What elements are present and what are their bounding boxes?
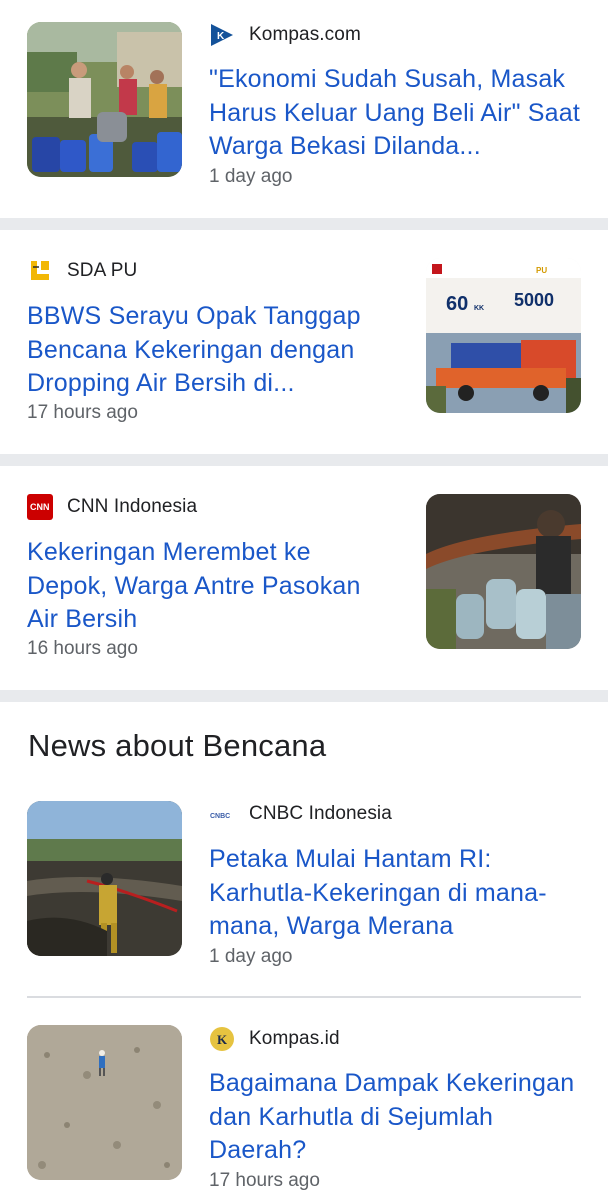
svg-text:K: K	[217, 31, 225, 42]
article-time: 1 day ago	[209, 946, 293, 967]
source-name: CNN Indonesia	[67, 496, 198, 517]
article-headline[interactable]: BBWS Serayu Opak Tanggap Bencana Kekerin…	[27, 300, 392, 401]
article-thumbnail	[426, 494, 581, 649]
news-card[interactable]: K Kompas.com "Ekonomi Sudah Susah, Masak…	[0, 0, 608, 218]
svg-text:K: K	[217, 1032, 228, 1047]
article-thumbnail	[27, 801, 182, 956]
thumb-stat-1: 60	[446, 293, 468, 315]
thumb-stat-1-unit: KK	[474, 305, 484, 312]
article-headline[interactable]: Petaka Mulai Hantam RI: Karhutla-Kekerin…	[209, 843, 589, 944]
card-divider	[0, 218, 608, 230]
article-time: 17 hours ago	[209, 1170, 320, 1191]
kompas-com-logo-icon: K	[209, 22, 235, 48]
list-divider	[27, 996, 581, 998]
article-time: 16 hours ago	[27, 638, 138, 659]
news-card[interactable]: CNN CNN Indonesia Kekeringan Merembet ke…	[0, 466, 608, 690]
thumb-brand-text: PU	[536, 266, 547, 275]
article-headline[interactable]: Kekeringan Merembet ke Depok, Warga Antr…	[27, 536, 397, 637]
source-name: Kompas.id	[249, 1028, 340, 1049]
cnn-logo-icon: CNN	[27, 494, 53, 520]
article-thumbnail: PU 60 KK 5000	[426, 258, 581, 413]
section-title: News about Bencana	[28, 728, 327, 763]
svg-text:CNBC: CNBC	[210, 813, 230, 820]
article-source: K Kompas.id	[209, 1024, 340, 1054]
article-source: CNN CNN Indonesia	[27, 492, 197, 522]
cnbc-logo-icon: CNBC	[209, 801, 235, 827]
svg-text:CNN: CNN	[30, 502, 50, 512]
pu-logo-icon	[27, 258, 53, 284]
article-thumbnail	[27, 22, 182, 177]
card-divider	[0, 690, 608, 702]
article-headline[interactable]: Bagaimana Dampak Kekeringan dan Karhutla…	[209, 1067, 579, 1168]
kompas-id-logo-icon: K	[209, 1026, 235, 1052]
thumb-stat-2: 5000	[514, 290, 554, 310]
article-headline[interactable]: "Ekonomi Sudah Susah, Masak Harus Keluar…	[209, 63, 584, 164]
news-card[interactable]: CNBC CNBC Indonesia Petaka Mulai Hantam …	[0, 790, 608, 996]
source-name: Kompas.com	[249, 24, 361, 45]
article-source: CNBC CNBC Indonesia	[209, 799, 392, 829]
source-name: SDA PU	[67, 260, 138, 281]
source-name: CNBC Indonesia	[249, 803, 392, 824]
article-thumbnail	[27, 1025, 182, 1180]
news-card[interactable]: K Kompas.id Bagaimana Dampak Kekeringan …	[0, 1010, 608, 1200]
article-time: 1 day ago	[209, 166, 293, 187]
card-divider	[0, 454, 608, 466]
article-time: 17 hours ago	[27, 402, 138, 423]
article-source: SDA PU	[27, 256, 137, 286]
news-card[interactable]: SDA PU BBWS Serayu Opak Tanggap Bencana …	[0, 230, 608, 454]
article-source: K Kompas.com	[209, 20, 361, 50]
